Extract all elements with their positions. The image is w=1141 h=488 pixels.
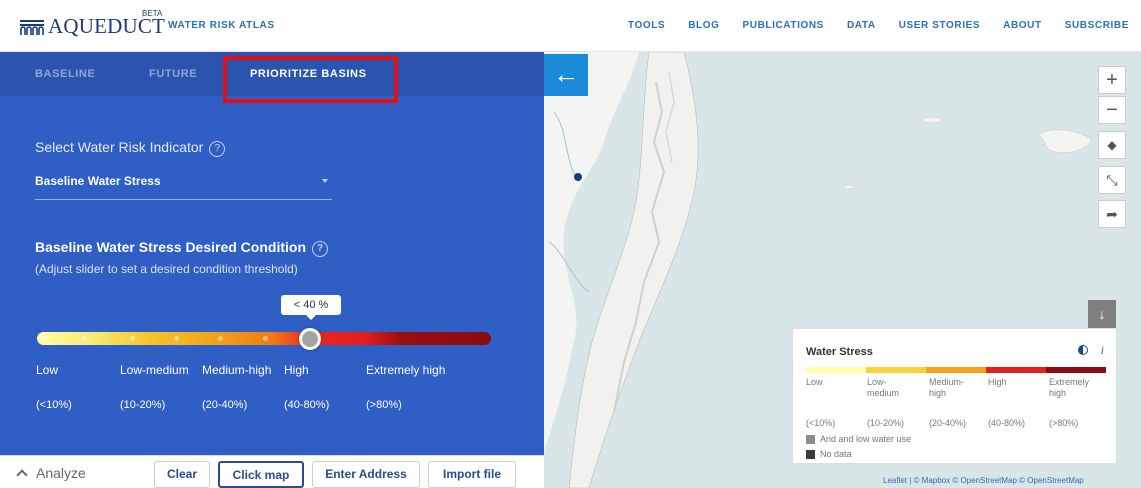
click-map-button[interactable]: Click map xyxy=(218,461,304,488)
collapse-panel-button[interactable]: ← xyxy=(544,54,588,96)
app-title[interactable]: WATER RISK ATLAS xyxy=(168,20,275,31)
legend-label: Low xyxy=(806,377,823,387)
legend-color-bar xyxy=(806,367,1106,373)
legend-range: (10-20%) xyxy=(867,418,905,428)
nav-user-stories[interactable]: USER STORIES xyxy=(899,20,980,31)
share-icon[interactable]: ➦ xyxy=(1098,200,1126,228)
slider-tick xyxy=(174,336,179,341)
level-range: (>80%) xyxy=(366,399,402,411)
tab-highlight-box xyxy=(223,56,398,103)
analyze-toggle[interactable]: Analyze xyxy=(16,465,86,481)
legend-range: (40-80%) xyxy=(988,418,1026,428)
sidebar-panel: BASELINE FUTURE PRIORITIZE BASINS Select… xyxy=(0,52,544,488)
level-range: (<10%) xyxy=(36,399,72,411)
nav-blog[interactable]: BLOG xyxy=(688,20,719,31)
legend-label: Medium-high xyxy=(929,377,965,398)
contrast-icon[interactable] xyxy=(1078,345,1088,355)
main-nav: TOOLS BLOG PUBLICATIONS DATA USER STORIE… xyxy=(605,20,1129,31)
slider-tick xyxy=(218,336,223,341)
threshold-slider-thumb[interactable] xyxy=(299,328,321,350)
level-range: (10-20%) xyxy=(120,399,166,411)
legend-range: (20-40%) xyxy=(929,418,967,428)
tab-baseline[interactable]: BASELINE xyxy=(35,68,95,80)
slider-tick xyxy=(42,336,47,341)
slider-value-tooltip: < 40 % xyxy=(281,295,341,320)
info-icon[interactable]: i xyxy=(1101,343,1104,358)
clear-button[interactable]: Clear xyxy=(154,461,210,488)
zoom-in-button[interactable]: + xyxy=(1098,66,1126,94)
map-attribution[interactable]: Leaflet | © Mapbox © OpenStreetMap © Ope… xyxy=(883,476,1084,485)
legend-label: Low-medium xyxy=(867,377,900,398)
level-range: (40-80%) xyxy=(284,399,330,411)
analyze-label: Analyze xyxy=(36,465,86,481)
legend-range: (>80%) xyxy=(1049,418,1079,428)
level-range: (20-40%) xyxy=(202,399,248,411)
top-header: AQUEDUCT BETA WATER RISK ATLAS TOOLS BLO… xyxy=(0,0,1141,52)
nav-data[interactable]: DATA xyxy=(847,20,876,31)
indicator-help-icon[interactable]: ? xyxy=(209,141,226,157)
no-data-swatch xyxy=(806,450,815,459)
beta-badge: BETA xyxy=(142,9,163,18)
legend-label: Extremely high xyxy=(1049,377,1090,398)
slider-tick xyxy=(130,336,135,341)
no-data-label: No data xyxy=(820,449,852,459)
map-canvas[interactable]: ← + − ◆ ⤡ ➦ ↓ Water Stress i Low Low-med… xyxy=(544,52,1141,488)
condition-subtitle: (Adjust slider to set a desired conditio… xyxy=(35,262,298,276)
download-legend-button[interactable]: ↓ xyxy=(1088,300,1116,328)
fullscreen-exit-icon[interactable]: ⤡ xyxy=(1098,166,1126,194)
import-file-button[interactable]: Import file xyxy=(428,461,516,488)
threshold-slider-track[interactable] xyxy=(37,332,491,345)
arid-swatch xyxy=(806,435,815,444)
level-label: Low xyxy=(36,363,59,377)
indicator-select-value: Baseline Water Stress xyxy=(35,174,161,188)
chevron-down-icon xyxy=(322,179,328,183)
tab-future[interactable]: FUTURE xyxy=(149,68,197,80)
analyze-bar: Analyze Clear Click map Enter Address Im… xyxy=(0,455,544,488)
condition-help-icon[interactable]: ? xyxy=(312,241,328,257)
indicator-label: Select Water Risk Indicator? xyxy=(35,139,226,157)
condition-title: Baseline Water Stress Desired Condition? xyxy=(35,239,328,257)
slider-tick xyxy=(263,336,268,341)
level-label: High xyxy=(284,363,309,377)
indicator-select[interactable]: Baseline Water Stress xyxy=(35,172,332,200)
enter-address-button[interactable]: Enter Address xyxy=(312,461,420,488)
aqueduct-logo[interactable]: AQUEDUCT BETA xyxy=(20,9,165,39)
layers-icon[interactable]: ◆ xyxy=(1098,131,1126,159)
nav-subscribe[interactable]: SUBSCRIBE xyxy=(1065,20,1129,31)
indicator-label-text: Select Water Risk Indicator xyxy=(35,139,204,155)
legend-label: High xyxy=(988,377,1007,387)
arid-label: Arid and low water use xyxy=(820,434,912,444)
zoom-out-button[interactable]: − xyxy=(1098,96,1126,124)
nav-about[interactable]: ABOUT xyxy=(1003,20,1042,31)
chevron-up-icon xyxy=(16,469,28,481)
nav-publications[interactable]: PUBLICATIONS xyxy=(742,20,823,31)
level-label: Extremely high xyxy=(366,363,446,377)
nav-tools[interactable]: TOOLS xyxy=(628,20,665,31)
level-label: Medium-high xyxy=(202,363,272,377)
slider-tick xyxy=(82,336,87,341)
level-label: Low-medium xyxy=(120,363,189,377)
map-legend: Water Stress i Low Low-medium Medium-hig… xyxy=(792,328,1117,464)
condition-title-text: Baseline Water Stress Desired Condition xyxy=(35,239,306,255)
aqueduct-logo-icon xyxy=(20,19,44,35)
legend-range: (<10%) xyxy=(806,418,836,428)
legend-title: Water Stress xyxy=(806,346,873,358)
